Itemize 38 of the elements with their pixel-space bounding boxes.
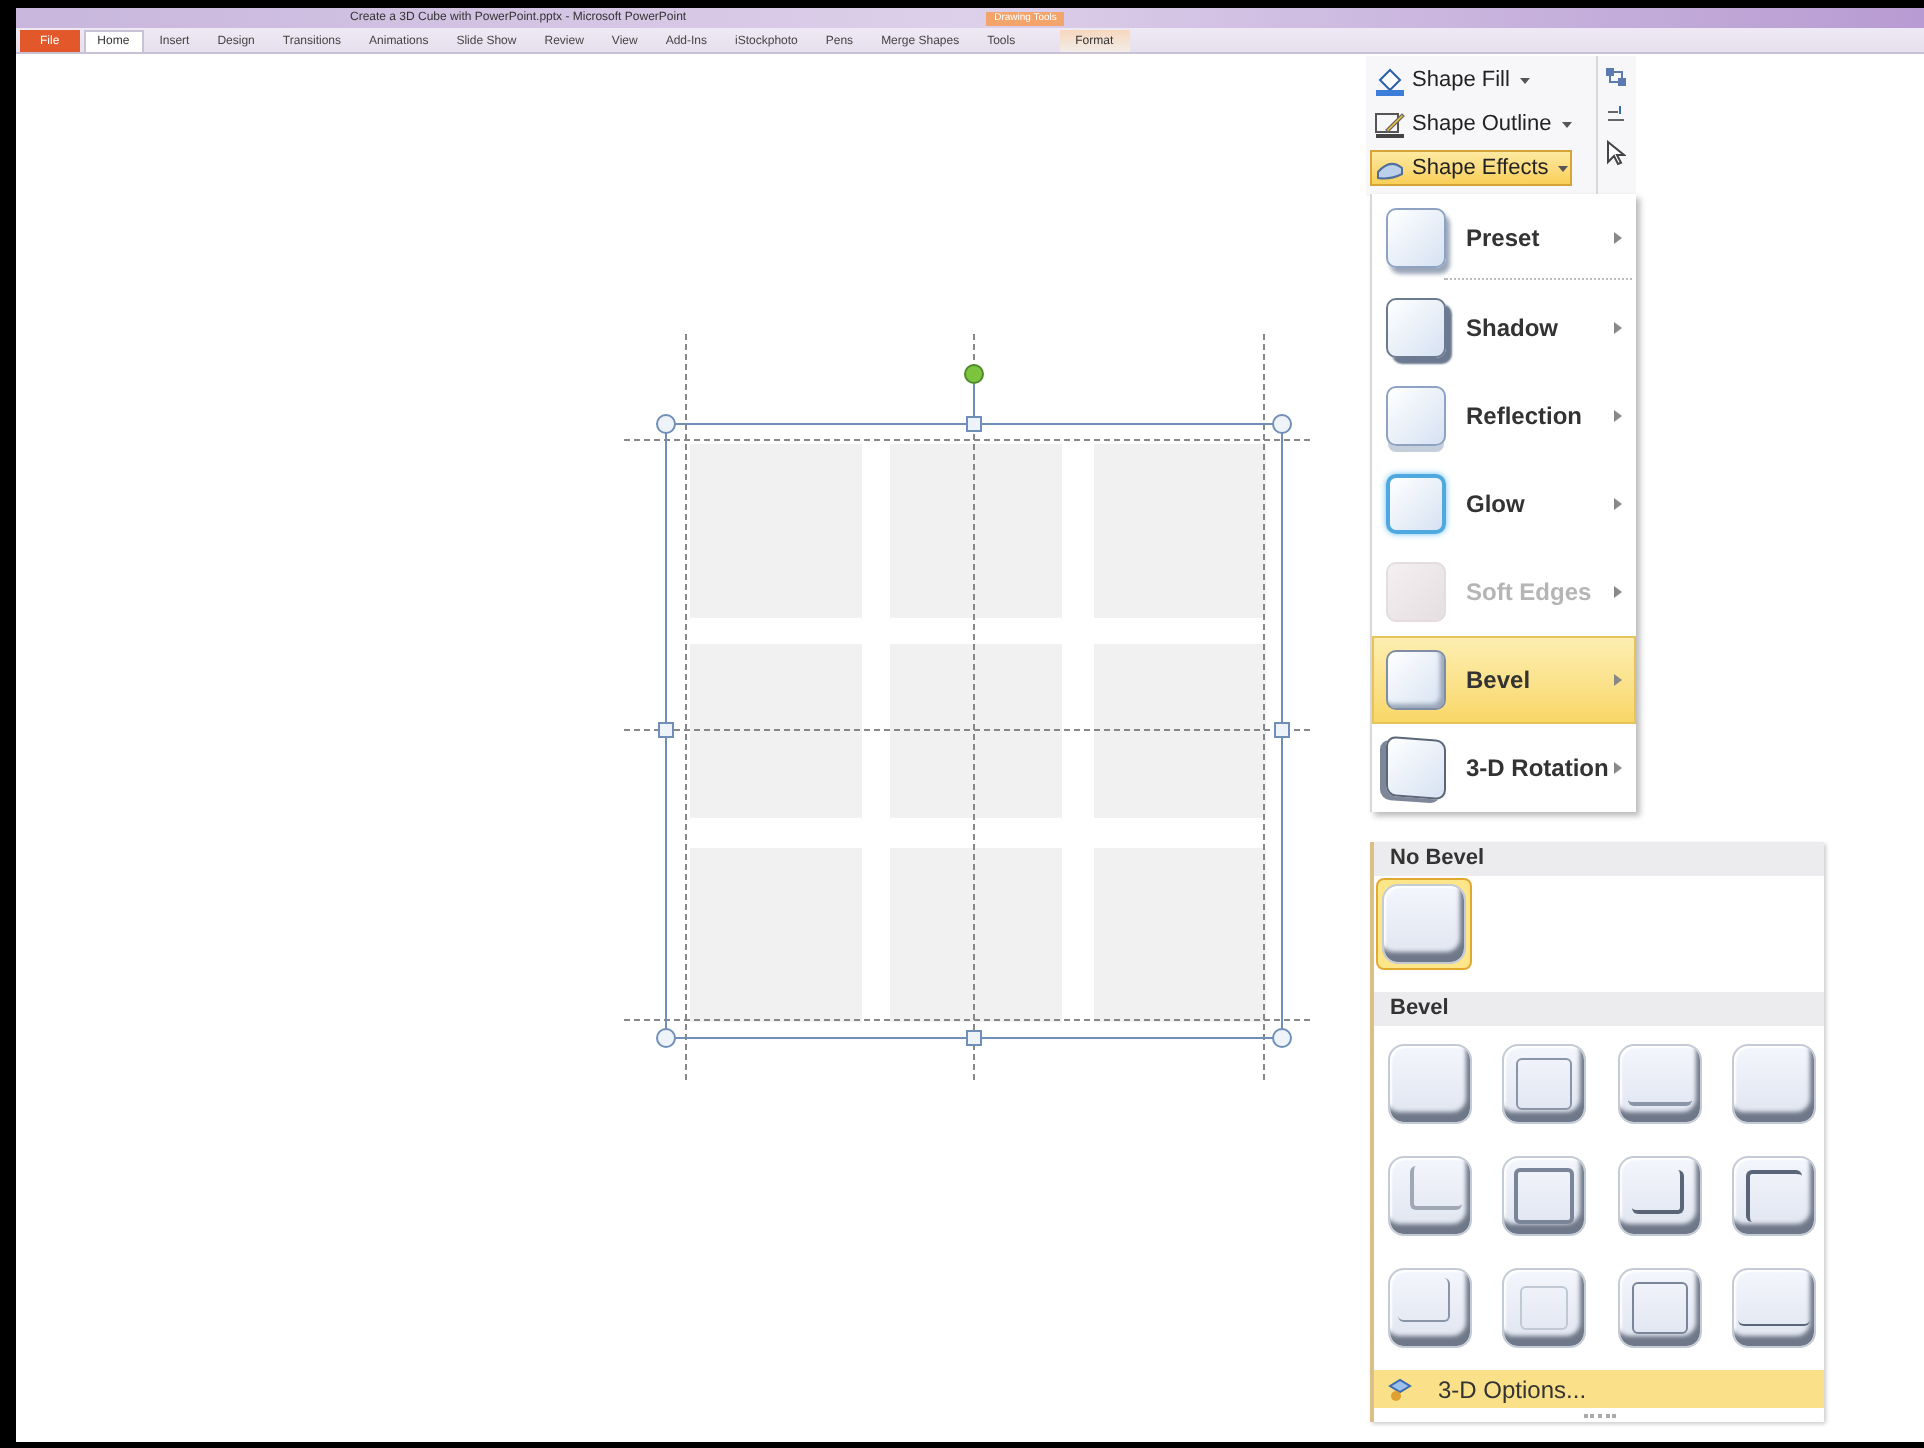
- effects-menu-item[interactable]: 3-D Rotation: [1372, 724, 1636, 812]
- submenu-arrow-icon: [1614, 322, 1622, 334]
- gallery-heading: No Bevel: [1374, 842, 1824, 876]
- shape-style-button[interactable]: Shape Effects: [1370, 150, 1573, 186]
- cursor-arrow-icon[interactable]: [1606, 140, 1626, 166]
- effects-menu-item[interactable]: Reflection: [1372, 372, 1636, 460]
- group-objects-icon[interactable]: [1604, 64, 1628, 90]
- effect-preview-icon: [1386, 298, 1446, 358]
- bevel-preset[interactable]: [1376, 878, 1472, 970]
- gallery-heading: Bevel: [1374, 992, 1824, 1026]
- effect-preview-icon: [1386, 474, 1446, 534]
- effect-preview-icon: [1386, 562, 1446, 622]
- effect-preview-icon: [1386, 650, 1446, 710]
- submenu-arrow-icon: [1614, 762, 1622, 774]
- submenu-arrow-icon: [1614, 232, 1622, 244]
- shape-style-button[interactable]: Shape Fill: [1370, 62, 1534, 98]
- bevel-preset[interactable]: [1382, 1262, 1478, 1354]
- bevel-preset[interactable]: [1382, 1150, 1478, 1242]
- pencil-icon: [1374, 109, 1406, 139]
- effects-menu-item[interactable]: Preset: [1372, 194, 1636, 282]
- selection-frame[interactable]: [656, 364, 1292, 1048]
- dropdown-arrow-icon: [1519, 77, 1530, 83]
- effect-preview-icon: [1386, 208, 1446, 268]
- shape-style-button[interactable]: Shape Outline: [1370, 106, 1576, 142]
- menu-item[interactable]: 3-D Options...: [1374, 1370, 1824, 1408]
- submenu-arrow-icon: [1614, 498, 1622, 510]
- effects-menu-item[interactable]: Glow: [1372, 460, 1636, 548]
- submenu-arrow-icon: [1614, 674, 1622, 686]
- submenu-arrow-icon: [1614, 410, 1622, 422]
- effect-preview-icon: [1386, 386, 1446, 446]
- effects-menu-item[interactable]: Bevel: [1372, 636, 1636, 724]
- dropdown-arrow-icon: [1558, 165, 1569, 171]
- cube-settings-icon: [1386, 1376, 1414, 1402]
- submenu-arrow-icon: [1614, 586, 1622, 598]
- effect-preview-icon: [1386, 735, 1446, 801]
- dropdown-arrow-icon: [1561, 121, 1572, 127]
- effects-menu-item[interactable]: Shadow: [1372, 284, 1636, 372]
- bevel-preset[interactable]: [1382, 1038, 1478, 1130]
